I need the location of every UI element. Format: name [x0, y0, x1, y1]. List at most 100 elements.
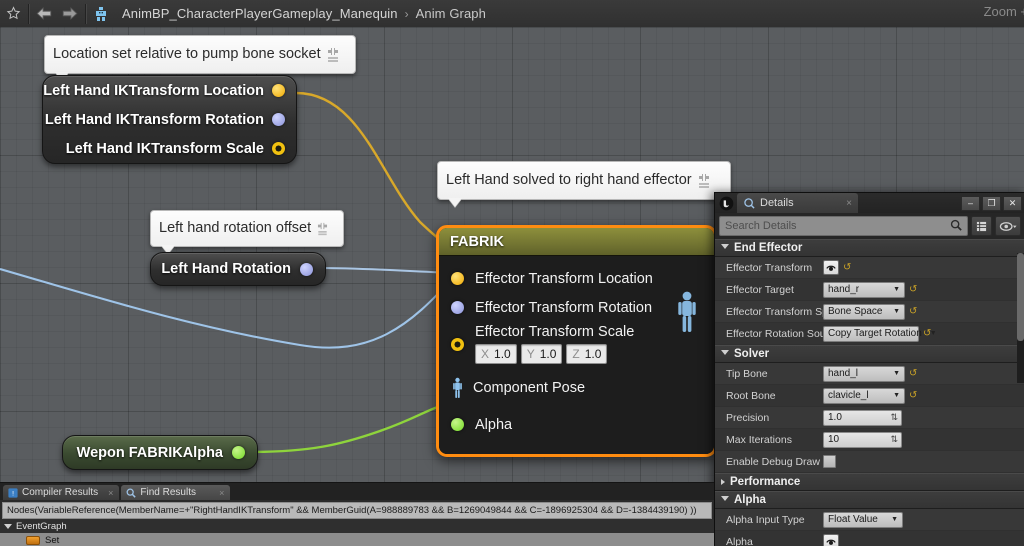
- back-arrow-icon[interactable]: [31, 1, 57, 27]
- fabrik-node[interactable]: FABRIK Effector Transform Location Effec…: [436, 225, 717, 457]
- effector-scale-vector[interactable]: X 1.0 Y 1.0 Z 1.0: [475, 344, 634, 364]
- property-value[interactable]: [820, 534, 1024, 546]
- tab-close-icon[interactable]: ×: [102, 488, 113, 498]
- property-value[interactable]: 1.0 ⇅: [820, 409, 1024, 426]
- tab-close-icon[interactable]: ×: [213, 488, 224, 498]
- section-header-end-effector[interactable]: End Effector: [715, 239, 1024, 257]
- node-pin-row[interactable]: Left Hand IKTransform Scale: [43, 134, 296, 163]
- eye-icon[interactable]: [995, 216, 1021, 236]
- breadcrumb-root[interactable]: AnimBP_CharacterPlayerGameplay_Manequin: [120, 6, 400, 21]
- grid-view-icon[interactable]: [971, 216, 992, 236]
- reset-to-default-icon[interactable]: ↺: [909, 306, 917, 317]
- forward-arrow-icon[interactable]: [57, 1, 83, 27]
- bind-pin-icon[interactable]: [823, 534, 839, 546]
- input-pin-component-pose-icon[interactable]: [451, 377, 464, 399]
- tab-find-results[interactable]: Find Results ×: [121, 485, 231, 500]
- find-results-panel[interactable]: ! Compiler Results × Find Results × Node…: [0, 482, 714, 546]
- alpha-input-type-dropdown[interactable]: Float Value ▼: [823, 511, 903, 528]
- property-row-effector-target[interactable]: Effector Target hand_r ▼ ↺: [715, 279, 1024, 301]
- enable-debug-draw-checkbox[interactable]: [823, 455, 836, 468]
- reset-to-default-icon[interactable]: ↺: [843, 262, 851, 273]
- property-value[interactable]: clavicle_l ▼ ↺: [820, 387, 1024, 404]
- section-header-solver[interactable]: Solver: [715, 345, 1024, 363]
- effector-transform-space-dropdown[interactable]: Bone Space ▼: [823, 303, 905, 320]
- result-row[interactable]: Set: [0, 533, 714, 546]
- fabrik-node-header[interactable]: FABRIK: [439, 228, 714, 256]
- fabrik-input-row[interactable]: Effector Transform Location: [439, 264, 714, 293]
- fabrik-alpha-row[interactable]: Alpha: [439, 410, 714, 439]
- property-row-enable-debug-draw[interactable]: Enable Debug Draw: [715, 451, 1024, 473]
- fabrik-pose-row[interactable]: Component Pose: [439, 373, 714, 402]
- property-value[interactable]: [820, 455, 1024, 468]
- tab-close-icon[interactable]: ×: [846, 198, 852, 209]
- reset-to-default-icon[interactable]: ↺: [909, 390, 917, 401]
- input-pin-effector-scale-icon[interactable]: [451, 337, 464, 351]
- property-row-effector-transform[interactable]: Effector Transform ↺: [715, 257, 1024, 279]
- comment-bubble[interactable]: Left hand rotation offset: [150, 210, 344, 254]
- scale-z-field[interactable]: Z 1.0: [566, 344, 608, 364]
- property-value[interactable]: Bone Space ▼ ↺: [820, 303, 1024, 320]
- property-row-precision[interactable]: Precision 1.0 ⇅: [715, 407, 1024, 429]
- output-pin-scale-icon[interactable]: [272, 142, 285, 155]
- property-value[interactable]: Copy Target Rotation ▼ ↺: [820, 325, 1024, 342]
- property-row-alpha-input-type[interactable]: Alpha Input Type Float Value ▼: [715, 509, 1024, 531]
- reset-to-default-icon[interactable]: ↺: [923, 328, 931, 339]
- node-pin-row[interactable]: Left Hand IKTransform Rotation: [43, 105, 296, 134]
- variable-node-left-hand-rotation[interactable]: Left Hand Rotation: [150, 252, 326, 286]
- property-row-alpha[interactable]: Alpha: [715, 531, 1024, 546]
- property-row-effector-transform-space[interactable]: Effector Transform Space Bone Space ▼ ↺: [715, 301, 1024, 323]
- tab-details[interactable]: Details ×: [737, 193, 858, 213]
- variable-node-wepon-fabrik-alpha[interactable]: Wepon FABRIKAlpha: [62, 435, 258, 470]
- node-pin-row[interactable]: Left Hand IKTransform Location: [43, 76, 296, 105]
- reset-to-default-icon[interactable]: ↺: [909, 284, 917, 295]
- output-pin-alpha-icon[interactable]: [232, 446, 245, 459]
- property-value[interactable]: ↺: [820, 260, 1024, 275]
- output-pin-rotation-icon[interactable]: [300, 262, 313, 276]
- blueprint-icon[interactable]: [88, 1, 114, 27]
- precision-field[interactable]: 1.0 ⇅: [823, 409, 902, 426]
- variable-node-ik-transform[interactable]: Left Hand IKTransform Location Left Hand…: [42, 75, 297, 164]
- output-pin-rotation-icon[interactable]: [272, 113, 285, 126]
- property-row-effector-rotation-source[interactable]: Effector Rotation Source Copy Target Rot…: [715, 323, 1024, 345]
- magnifier-icon[interactable]: [950, 219, 962, 234]
- comment-pin-icon[interactable]: [317, 221, 328, 236]
- search-details-input[interactable]: Search Details: [719, 216, 968, 236]
- input-pin-alpha-icon[interactable]: [451, 418, 464, 431]
- comment-pin-icon[interactable]: [698, 172, 710, 189]
- breadcrumb-current[interactable]: Anim Graph: [414, 6, 488, 21]
- tab-compiler-results[interactable]: ! Compiler Results ×: [3, 485, 120, 500]
- comment-bubble[interactable]: Left Hand solved to right hand effector: [437, 161, 731, 207]
- details-scrollbar[interactable]: [1017, 253, 1024, 383]
- max-iterations-field[interactable]: 10 ⇅: [823, 431, 902, 448]
- comment-pin-icon[interactable]: [327, 46, 339, 63]
- tip-bone-dropdown[interactable]: hand_l ▼: [823, 365, 905, 382]
- input-pin-effector-rotation-icon[interactable]: [451, 301, 464, 314]
- close-button[interactable]: ✕: [1003, 195, 1022, 211]
- effector-target-dropdown[interactable]: hand_r ▼: [823, 281, 905, 298]
- details-panel[interactable]: Details × – ❐ ✕ Search Details End Effec…: [714, 192, 1024, 546]
- scale-x-field[interactable]: X 1.0: [475, 344, 517, 364]
- property-row-tip-bone[interactable]: Tip Bone hand_l ▼ ↺: [715, 363, 1024, 385]
- section-header-performance[interactable]: Performance: [715, 473, 1024, 491]
- output-pin-location-icon[interactable]: [272, 84, 285, 97]
- bind-pin-icon[interactable]: [823, 260, 839, 275]
- find-query-input[interactable]: Nodes(VariableReference(MemberName=+"Rig…: [2, 502, 712, 519]
- root-bone-dropdown[interactable]: clavicle_l ▼: [823, 387, 905, 404]
- section-header-alpha[interactable]: Alpha: [715, 491, 1024, 509]
- results-tree-root[interactable]: EventGraph: [0, 519, 714, 533]
- reset-to-default-icon[interactable]: ↺: [909, 368, 917, 379]
- effector-rotation-source-dropdown[interactable]: Copy Target Rotation ▼: [823, 325, 937, 342]
- spinner-icon[interactable]: ⇅: [884, 434, 898, 445]
- restore-button[interactable]: ❐: [982, 195, 1001, 211]
- input-pin-effector-location-icon[interactable]: [451, 272, 464, 285]
- property-value[interactable]: hand_l ▼ ↺: [820, 365, 1024, 382]
- fabrik-scale-row[interactable]: Effector Transform Scale X 1.0 Y 1.0 Z 1…: [439, 324, 714, 364]
- property-value[interactable]: hand_r ▼ ↺: [820, 281, 1024, 298]
- scale-y-field[interactable]: Y 1.0: [520, 344, 563, 364]
- minimize-button[interactable]: –: [961, 195, 980, 211]
- star-icon[interactable]: [0, 1, 26, 27]
- comment-bubble[interactable]: Location set relative to pump bone socke…: [44, 35, 356, 81]
- spinner-icon[interactable]: ⇅: [884, 412, 898, 423]
- fabrik-input-row[interactable]: Effector Transform Rotation: [439, 293, 714, 322]
- property-row-root-bone[interactable]: Root Bone clavicle_l ▼ ↺: [715, 385, 1024, 407]
